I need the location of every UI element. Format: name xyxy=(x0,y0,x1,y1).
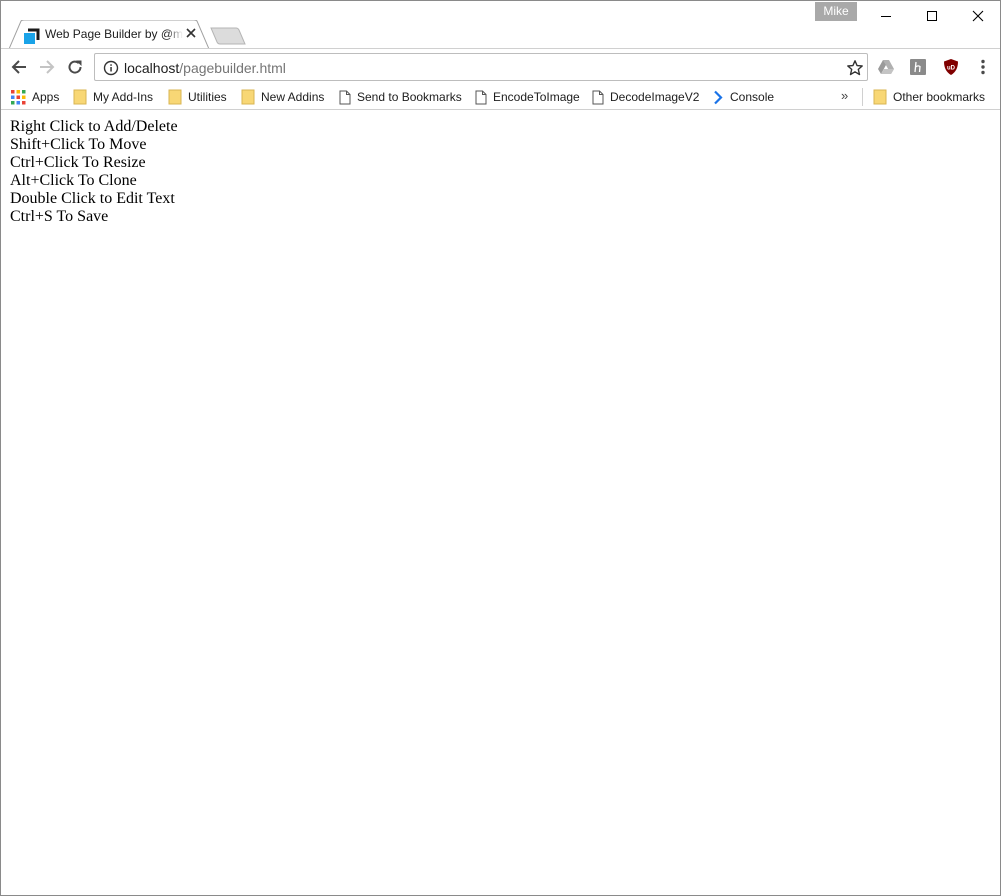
instruction-add-delete: Right Click to Add/Delete xyxy=(10,118,178,135)
bookmark-folder-my-add-ins[interactable]: My Add-Ins xyxy=(73,87,153,107)
bookmarks-bar: Apps My Add-Ins Utilities New Addins Sen… xyxy=(1,84,1000,110)
url-path: /pagebuilder.html xyxy=(179,60,286,76)
maximize-icon xyxy=(927,11,937,21)
folder-icon xyxy=(73,89,87,105)
maximize-button[interactable] xyxy=(909,2,954,30)
page-builder-favicon-icon xyxy=(24,28,40,44)
bookmark-label: New Addins xyxy=(261,90,325,104)
tab-active[interactable]: Web Page Builder by @mikeal xyxy=(9,20,209,49)
tab-title: Web Page Builder by @mikeal xyxy=(45,27,183,41)
bookmark-decode-image-v2[interactable]: DecodeImageV2 xyxy=(592,87,699,107)
ublock-extension-icon[interactable]: uD xyxy=(942,58,960,76)
url-host: localhost xyxy=(124,60,180,76)
forward-button[interactable] xyxy=(36,56,58,78)
instruction-move: Shift+Click To Move xyxy=(10,136,147,153)
bookmark-encode-to-image[interactable]: EncodeToImage xyxy=(475,87,580,107)
reload-icon xyxy=(68,60,82,74)
arrow-right-icon xyxy=(40,60,55,74)
bookmarks-divider xyxy=(862,88,863,106)
browser-window: Web Page Builder by @mikeal Mike xyxy=(0,0,1001,896)
back-button[interactable] xyxy=(8,56,30,78)
bookmark-label: My Add-Ins xyxy=(93,90,154,104)
arrow-left-icon xyxy=(11,60,26,74)
google-drive-extension-icon[interactable] xyxy=(877,58,895,76)
title-bar: Web Page Builder by @mikeal Mike xyxy=(1,1,1000,49)
bookmark-label: Console xyxy=(730,90,775,104)
bookmark-console[interactable]: Console xyxy=(712,87,774,107)
bookmark-folder-other-bookmarks[interactable]: Other bookmarks xyxy=(873,87,985,107)
instructions-list: Right Click to Add/Delete Shift+Click To… xyxy=(10,118,178,226)
bookmark-send-to-bookmarks[interactable]: Send to Bookmarks xyxy=(339,87,462,107)
instruction-clone: Alt+Click To Clone xyxy=(10,172,137,189)
bookmark-star-icon[interactable] xyxy=(846,59,864,77)
bookmark-folder-new-addins[interactable]: New Addins xyxy=(241,87,324,107)
instruction-resize: Ctrl+Click To Resize xyxy=(10,154,146,171)
apps-grid-icon xyxy=(11,89,26,104)
page-icon xyxy=(475,90,487,104)
bookmark-folder-utilities[interactable]: Utilities xyxy=(168,87,227,107)
page-icon xyxy=(339,90,351,104)
page-icon xyxy=(592,90,604,104)
instruction-save: Ctrl+S To Save xyxy=(10,208,109,225)
address-bar[interactable]: localhost/pagebuilder.html xyxy=(94,53,868,81)
url-text[interactable]: localhost/pagebuilder.html xyxy=(124,60,286,76)
folder-icon xyxy=(873,89,887,105)
h-extension-icon[interactable] xyxy=(909,58,927,76)
bookmark-label: Send to Bookmarks xyxy=(357,90,462,104)
info-icon[interactable] xyxy=(103,60,119,76)
bookmark-label: Apps xyxy=(32,90,60,104)
folder-icon xyxy=(241,89,255,105)
page-content[interactable]: Right Click to Add/Delete Shift+Click To… xyxy=(1,111,1000,895)
close-icon xyxy=(972,10,984,22)
instruction-edit-text: Double Click to Edit Text xyxy=(10,190,175,207)
profile-badge[interactable]: Mike xyxy=(815,2,857,21)
minimize-button[interactable] xyxy=(863,2,908,30)
tab-close-icon[interactable] xyxy=(184,26,198,40)
svg-text:uD: uD xyxy=(947,66,956,72)
bookmark-label: Other bookmarks xyxy=(893,90,986,104)
folder-icon xyxy=(168,89,182,105)
bookmark-label: EncodeToImage xyxy=(493,90,580,104)
bookmark-label: Utilities xyxy=(188,90,227,104)
bookmarks-overflow-button[interactable]: » xyxy=(841,88,848,103)
minimize-icon xyxy=(881,16,891,17)
reload-button[interactable] xyxy=(64,56,86,78)
bookmark-label: DecodeImageV2 xyxy=(610,90,700,104)
close-window-button[interactable] xyxy=(955,2,1000,30)
new-tab-button[interactable] xyxy=(210,27,246,45)
bookmark-apps[interactable]: Apps xyxy=(11,87,59,107)
browser-toolbar: localhost/pagebuilder.html uD xyxy=(1,48,1000,84)
chevron-right-icon xyxy=(714,90,723,104)
browser-menu-icon[interactable] xyxy=(977,58,989,76)
